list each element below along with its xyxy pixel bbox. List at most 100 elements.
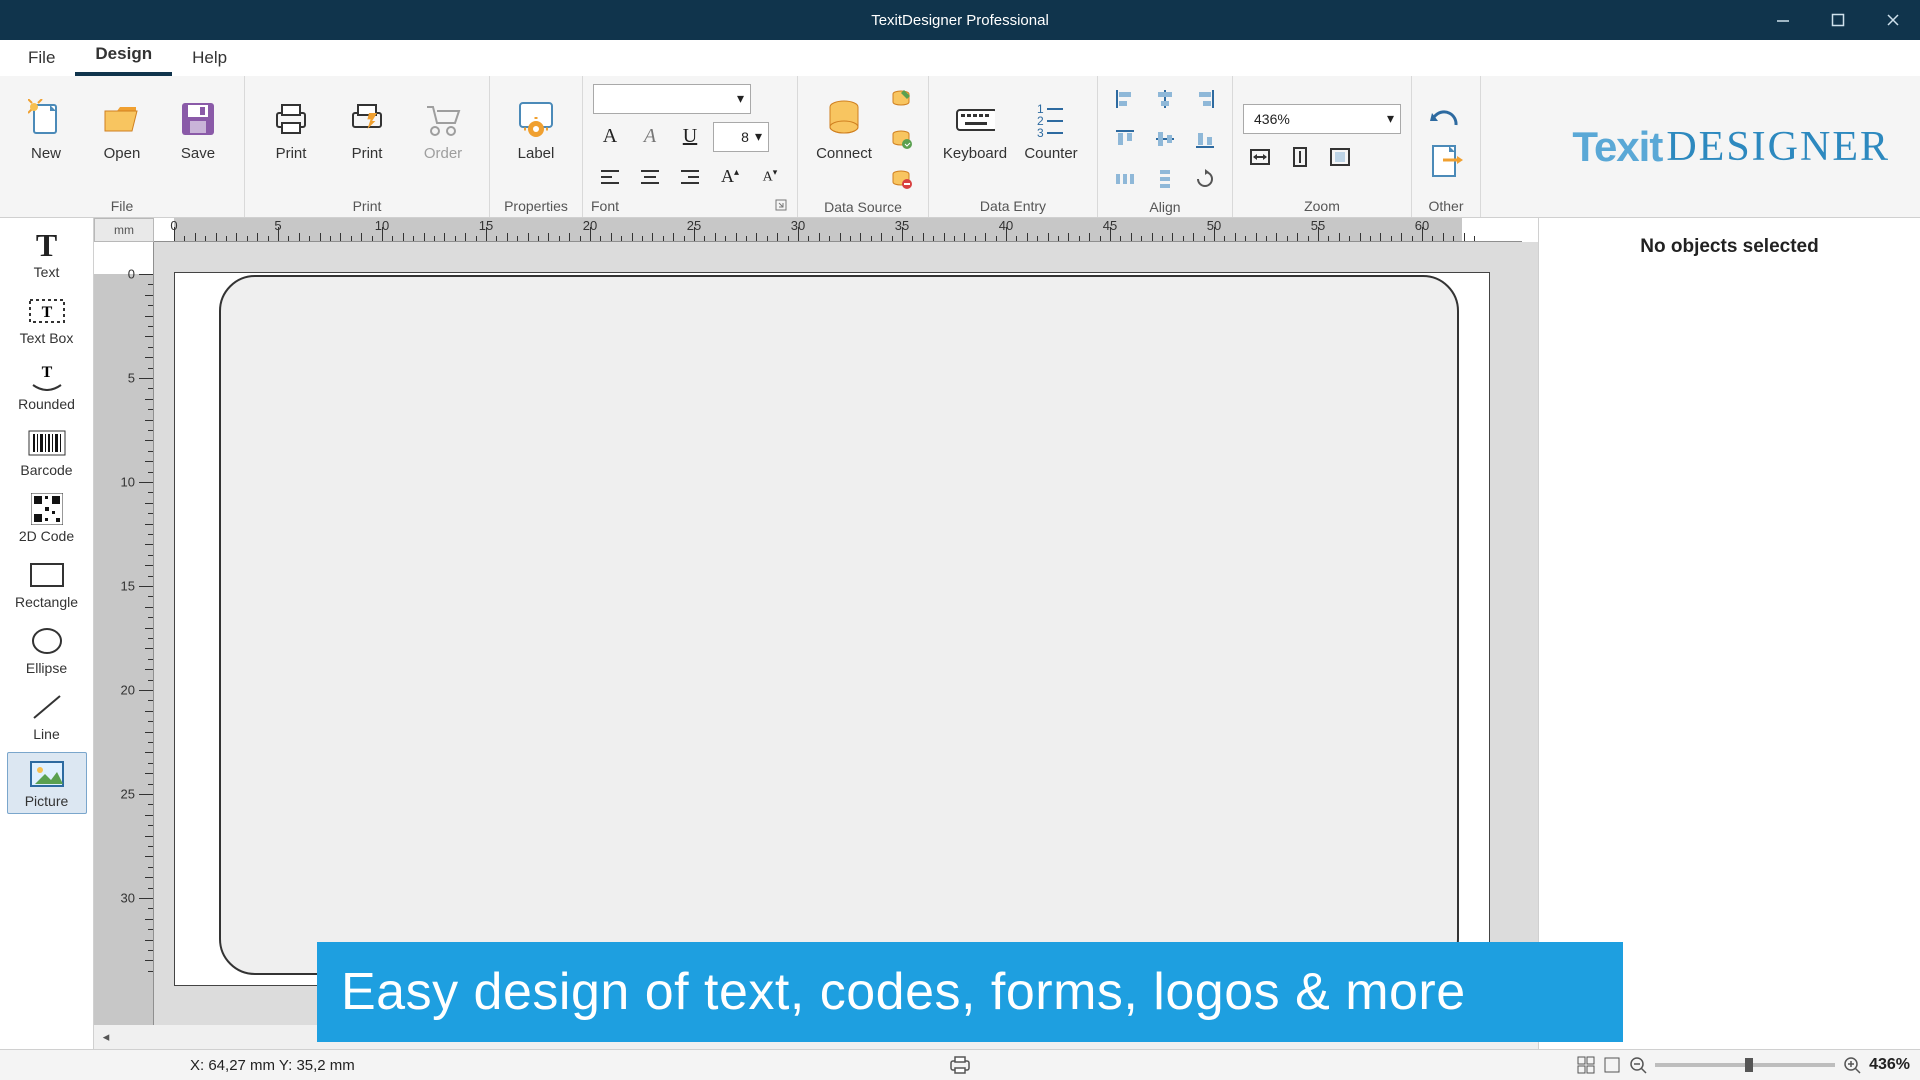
dialog-launcher-icon[interactable] <box>775 199 789 213</box>
connect-label: Connect <box>816 145 872 162</box>
italic-button[interactable]: A <box>633 120 667 154</box>
quick-print-icon <box>347 99 387 139</box>
rotate-button[interactable] <box>1188 162 1222 196</box>
underline-button[interactable]: U <box>673 120 707 154</box>
save-icon <box>178 99 218 139</box>
shrink-font-button[interactable]: A▾ <box>753 160 787 194</box>
open-label: Open <box>104 145 141 162</box>
cart-icon <box>423 99 463 139</box>
ribbon-group-file-label: File <box>0 195 244 217</box>
tool-text[interactable]: TText <box>7 224 87 284</box>
zoom-out-icon[interactable] <box>1629 1056 1647 1074</box>
align-middle-button[interactable] <box>1148 122 1182 156</box>
align-top-button[interactable] <box>1108 122 1142 156</box>
grow-font-button[interactable]: A▴ <box>713 160 747 194</box>
distribute-v-button[interactable] <box>1148 162 1182 196</box>
toolbox: TText TText Box TRounded Barcode 2D Code… <box>0 218 94 1049</box>
ribbon-group-font-label: Font <box>583 195 797 217</box>
font-size-combo[interactable]: 8 ▾ <box>713 122 769 152</box>
export-button[interactable] <box>1422 141 1470 181</box>
label-props-button[interactable]: Label <box>500 91 572 187</box>
save-button[interactable]: Save <box>162 91 234 187</box>
tool-picture[interactable]: Picture <box>7 752 87 814</box>
zoom-combo[interactable]: 436% ▾ <box>1243 104 1401 134</box>
view-grid-icon[interactable] <box>1577 1056 1595 1074</box>
ribbon-group-de-label: Data Entry <box>929 195 1097 217</box>
window-title: TexitDesigner Professional <box>871 12 1049 29</box>
label-props-label: Label <box>518 145 555 162</box>
new-icon <box>26 99 66 139</box>
print-button[interactable]: Print <box>255 91 327 187</box>
minimize-button[interactable] <box>1755 0 1810 40</box>
menu-design[interactable]: Design <box>75 38 172 76</box>
align-center-obj-button[interactable] <box>1148 82 1182 116</box>
label-paper <box>174 272 1490 986</box>
menu-bar: File Design Help <box>0 40 1920 76</box>
status-print-icon[interactable] <box>948 1055 972 1075</box>
svg-text:3: 3 <box>1037 126 1044 137</box>
align-right-button[interactable] <box>673 160 707 194</box>
ds-edit-button[interactable] <box>884 82 918 116</box>
align-left-button[interactable] <box>593 160 627 194</box>
rounded-text-icon: T <box>27 360 67 394</box>
open-icon <box>102 99 142 139</box>
ruler-horizontal: 051015202530354045505560 <box>154 218 1522 242</box>
order-button[interactable]: Order <box>407 91 479 187</box>
svg-text:T: T <box>41 364 52 381</box>
align-bottom-button[interactable] <box>1188 122 1222 156</box>
text-icon: T <box>27 228 67 262</box>
ribbon-group-ds-label: Data Source <box>798 196 928 218</box>
counter-icon: 123 <box>1031 99 1071 139</box>
window-controls <box>1755 0 1920 40</box>
zoom-fit-width-button[interactable] <box>1243 140 1277 174</box>
zoom-fit-page-button[interactable] <box>1323 140 1357 174</box>
status-bar: X: 64,27 mm Y: 35,2 mm 436% <box>0 1049 1920 1080</box>
maximize-button[interactable] <box>1810 0 1865 40</box>
ribbon-group-properties: Label Properties <box>490 76 583 217</box>
tool-2dcode[interactable]: 2D Code <box>7 488 87 548</box>
menu-help[interactable]: Help <box>172 42 247 76</box>
zoom-slider[interactable] <box>1655 1063 1835 1067</box>
ribbon-group-properties-label: Properties <box>490 195 582 217</box>
align-center-button[interactable] <box>633 160 667 194</box>
ribbon-group-align: Align <box>1098 76 1233 217</box>
scroll-left-icon[interactable]: ◂ <box>94 1025 118 1049</box>
keyboard-icon <box>955 99 995 139</box>
tool-ellipse[interactable]: Ellipse <box>7 620 87 680</box>
tool-rectangle[interactable]: Rectangle <box>7 554 87 614</box>
new-label: New <box>31 145 61 162</box>
zoom-fit-height-button[interactable] <box>1283 140 1317 174</box>
title-bar: TexitDesigner Professional <box>0 0 1920 40</box>
brand-logo: TexitDESIGNER <box>1572 76 1920 217</box>
align-left-obj-button[interactable] <box>1108 82 1142 116</box>
undo-button[interactable] <box>1422 97 1470 137</box>
open-button[interactable]: Open <box>86 91 158 187</box>
keyboard-button[interactable]: Keyboard <box>939 91 1011 187</box>
zoom-in-icon[interactable] <box>1843 1056 1861 1074</box>
ribbon-group-align-label: Align <box>1098 196 1232 218</box>
ds-remove-button[interactable] <box>884 162 918 196</box>
align-right-obj-button[interactable] <box>1188 82 1222 116</box>
new-button[interactable]: New <box>10 91 82 187</box>
bold-button[interactable]: A <box>593 120 627 154</box>
canvas[interactable] <box>154 242 1538 1025</box>
ds-refresh-button[interactable] <box>884 122 918 156</box>
view-single-icon[interactable] <box>1603 1056 1621 1074</box>
tool-textbox[interactable]: TText Box <box>7 290 87 350</box>
counter-button[interactable]: 123 Counter <box>1015 91 1087 187</box>
tool-line[interactable]: Line <box>7 686 87 746</box>
connect-button[interactable]: Connect <box>808 91 880 187</box>
ruler-vertical: 051015202530 <box>94 242 154 1025</box>
save-label: Save <box>181 145 215 162</box>
quick-print-label: Print <box>352 145 383 162</box>
chevron-down-icon: ▾ <box>1387 110 1394 127</box>
font-family-combo[interactable]: ▾ <box>593 84 751 114</box>
close-button[interactable] <box>1865 0 1920 40</box>
tool-barcode[interactable]: Barcode <box>7 422 87 482</box>
tool-rounded[interactable]: TRounded <box>7 356 87 416</box>
distribute-h-button[interactable] <box>1108 162 1142 196</box>
barcode-icon <box>27 426 67 460</box>
picture-icon <box>27 757 67 791</box>
quick-print-button[interactable]: Print <box>331 91 403 187</box>
menu-file[interactable]: File <box>8 42 75 76</box>
